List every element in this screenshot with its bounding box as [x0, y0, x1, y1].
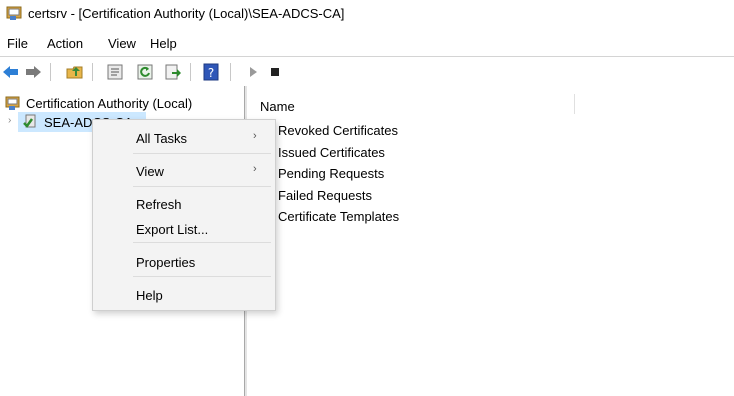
menu-divider — [133, 186, 271, 187]
back-icon[interactable] — [2, 63, 20, 81]
help-icon[interactable]: ? — [202, 63, 220, 81]
list-item[interactable]: Issued Certificates — [278, 145, 385, 160]
menu-divider — [133, 153, 271, 154]
menu-action[interactable]: Action — [47, 36, 83, 51]
submenu-arrow-icon: › — [253, 130, 257, 142]
export-icon[interactable] — [164, 63, 182, 81]
expand-chevron-icon[interactable]: › — [8, 115, 11, 126]
list-item[interactable]: Failed Requests — [278, 188, 372, 203]
toolbar-separator — [50, 63, 51, 81]
context-menu: All Tasks › View › Refresh Export List..… — [92, 119, 276, 311]
menu-divider — [133, 276, 271, 277]
toolbar-separator — [92, 63, 93, 81]
toolbar: ? — [0, 56, 734, 87]
menu-file[interactable]: File — [7, 36, 28, 51]
column-divider[interactable] — [574, 94, 575, 114]
properties-icon[interactable] — [106, 63, 124, 81]
menu-bar: File Action View Help — [0, 32, 734, 54]
context-menu-all-tasks[interactable]: All Tasks › — [93, 125, 275, 151]
certsrv-app-icon — [6, 5, 23, 21]
results-list: Name Revoked Certificates Issued Certifi… — [248, 86, 734, 396]
context-menu-refresh[interactable]: Refresh — [93, 191, 275, 217]
context-menu-view[interactable]: View › — [93, 158, 275, 184]
toolbar-separator — [190, 63, 191, 81]
toolbar-separator — [230, 63, 231, 81]
up-folder-icon[interactable] — [66, 63, 84, 81]
menu-divider — [133, 242, 271, 243]
context-menu-help[interactable]: Help — [93, 282, 275, 308]
ca-server-icon — [22, 114, 38, 130]
title-bar: certsrv - [Certification Authority (Loca… — [0, 0, 734, 28]
svg-text:?: ? — [208, 66, 214, 80]
menu-help[interactable]: Help — [150, 36, 177, 51]
list-item[interactable]: Pending Requests — [278, 166, 384, 181]
context-menu-properties[interactable]: Properties — [93, 249, 275, 275]
forward-icon[interactable] — [24, 63, 42, 81]
context-menu-export-list[interactable]: Export List... — [93, 216, 275, 242]
certification-authority-icon — [5, 95, 21, 111]
window-title: certsrv - [Certification Authority (Loca… — [28, 6, 345, 21]
column-header-name[interactable]: Name — [260, 99, 295, 114]
tree-node-ca-root[interactable]: Certification Authority (Local) — [26, 96, 192, 111]
list-item[interactable]: Certificate Templates — [278, 209, 399, 224]
menu-view[interactable]: View — [108, 36, 136, 51]
stop-service-icon[interactable] — [266, 63, 284, 81]
list-item[interactable]: Revoked Certificates — [278, 123, 398, 138]
submenu-arrow-icon: › — [253, 163, 257, 175]
start-service-icon[interactable] — [244, 63, 262, 81]
refresh-icon[interactable] — [136, 63, 154, 81]
list-header: Name — [252, 92, 734, 116]
